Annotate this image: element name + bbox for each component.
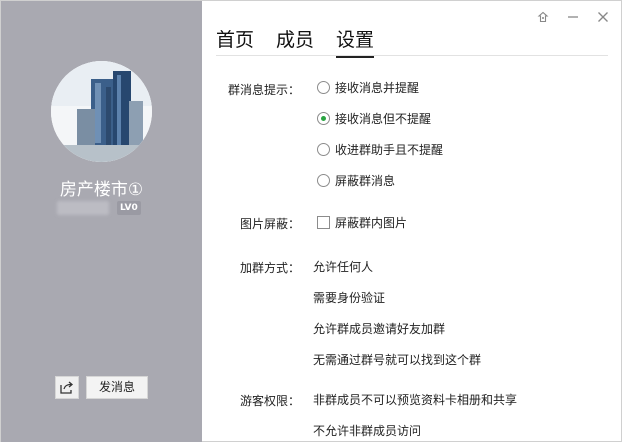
- join-method-label: 加群方式：: [239, 261, 300, 275]
- radio-button[interactable]: [317, 81, 330, 94]
- share-button[interactable]: [55, 376, 79, 399]
- notify-option-receive-silent[interactable]: 接收消息但不提醒: [317, 110, 431, 127]
- join-method-value: 无需通过群号就可以找到这个群: [313, 353, 482, 367]
- notify-option-receive-remind[interactable]: 接收消息并提醒: [317, 79, 419, 96]
- notify-option-block[interactable]: 屏蔽群消息: [317, 172, 395, 189]
- close-icon[interactable]: [595, 9, 611, 25]
- level-badge: LV0: [117, 201, 141, 215]
- group-name: 房产楼市①: [59, 180, 144, 200]
- tab-settings[interactable]: 设置: [336, 25, 375, 58]
- guest-rights-value: 非群成员不可以预览资料卡相册和共享: [313, 393, 518, 407]
- join-method-value: 允许群成员邀请好友加群: [313, 322, 446, 336]
- join-method-value: 允许任何人: [313, 260, 374, 274]
- send-message-button[interactable]: 发消息: [86, 376, 148, 399]
- notify-option-assistant[interactable]: 收进群助手且不提醒: [317, 141, 443, 158]
- skin-icon[interactable]: [535, 9, 551, 25]
- notify-label: 群消息提示：: [227, 83, 300, 97]
- group-number-blurred: [57, 201, 109, 215]
- minimize-icon[interactable]: [565, 9, 581, 25]
- radio-button[interactable]: [317, 174, 330, 187]
- tab-home[interactable]: 首页: [216, 25, 254, 58]
- group-settings-window: 房产楼市① LV0 发消息 首页 成员 设置 群消息提示： 接收消息并提醒 接收…: [0, 0, 622, 442]
- join-method-value: 需要身份验证: [313, 291, 386, 305]
- image-block-label: 图片屏蔽：: [239, 217, 300, 231]
- avatar[interactable]: [51, 61, 152, 162]
- window-controls: [535, 9, 611, 25]
- guest-rights-value: 不允许非群成员访问: [313, 424, 422, 438]
- image-block-option[interactable]: 屏蔽群内图片: [317, 214, 407, 231]
- share-icon: [60, 381, 74, 394]
- radio-button-checked[interactable]: [317, 112, 330, 125]
- checkbox[interactable]: [317, 216, 330, 229]
- profile-panel: 房产楼市① LV0 发消息: [1, 1, 202, 442]
- tab-divider: [216, 55, 608, 56]
- tab-members[interactable]: 成员: [276, 25, 314, 58]
- tab-bar: 首页 成员 设置: [216, 25, 375, 58]
- radio-button[interactable]: [317, 143, 330, 156]
- guest-rights-label: 游客权限：: [239, 394, 300, 408]
